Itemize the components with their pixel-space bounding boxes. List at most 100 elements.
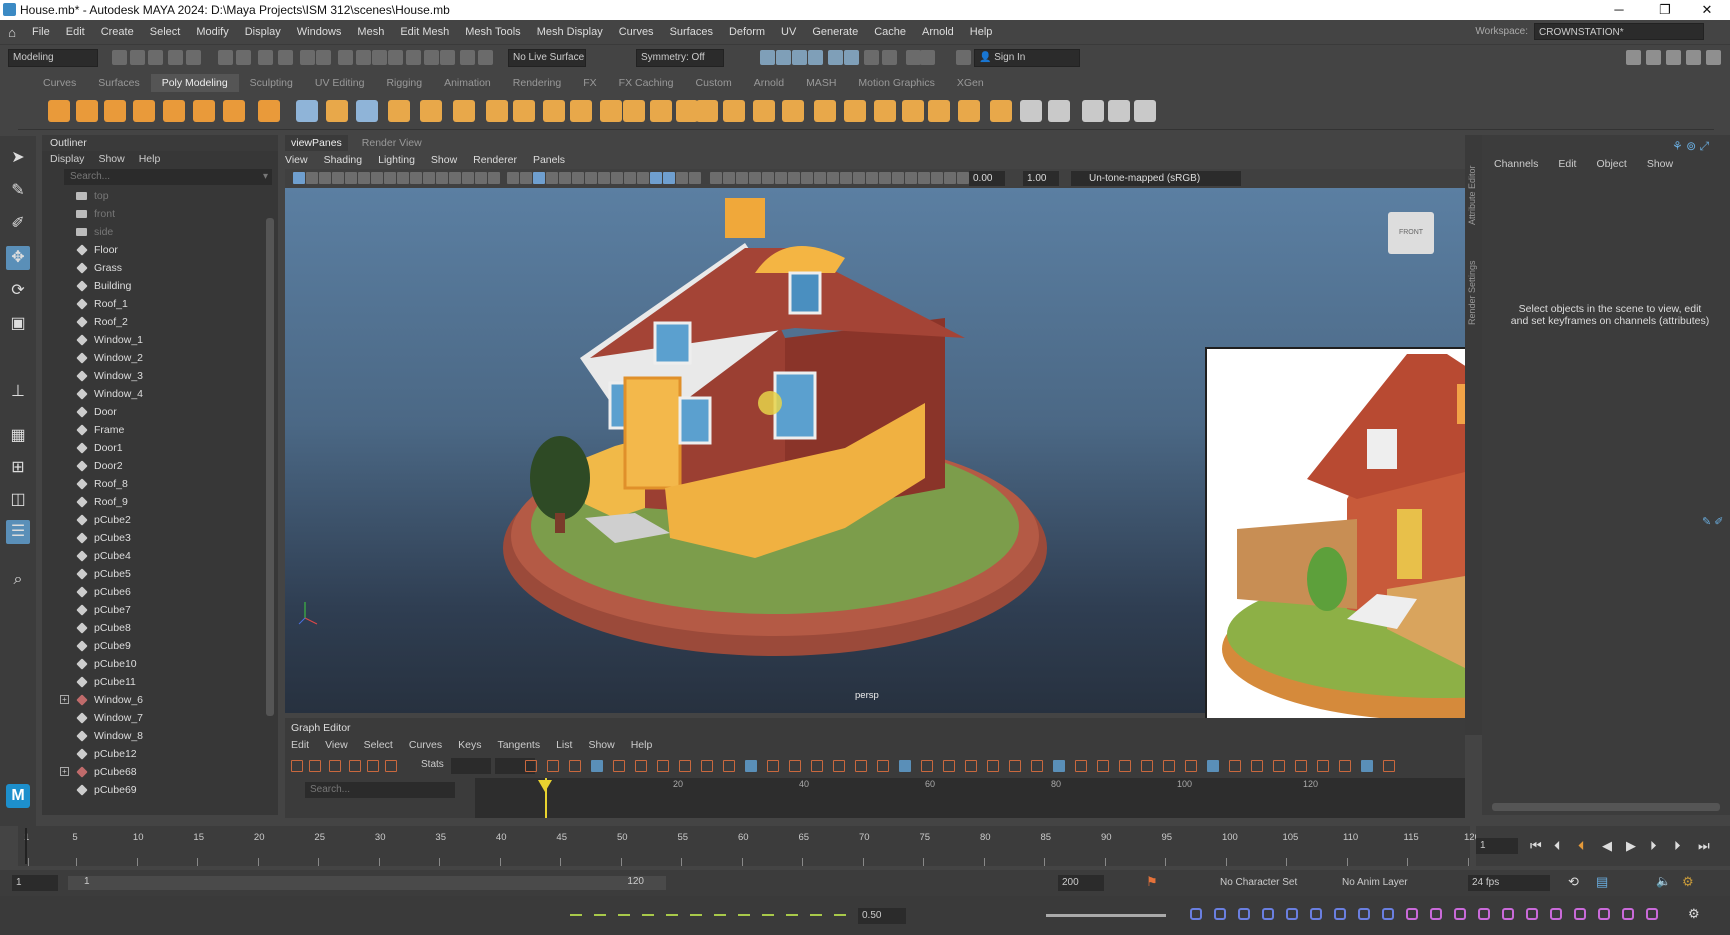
graph-tool-icon[interactable]	[1163, 760, 1175, 772]
viewport-tool-icon[interactable]	[384, 172, 396, 184]
colorspace-dropdown[interactable]: Un-tone-mapped (sRGB)	[1071, 171, 1241, 186]
viewport-menu-renderer[interactable]: Renderer	[473, 152, 517, 168]
viewport-tool-icon[interactable]	[801, 172, 813, 184]
graph-tool-icon[interactable]	[899, 760, 911, 772]
viewport-tool-icon[interactable]	[293, 172, 305, 184]
viewport-tool-icon[interactable]	[546, 172, 558, 184]
outliner-item[interactable]: pCube6	[42, 583, 278, 601]
toolbar-tool-icon[interactable]	[316, 50, 331, 65]
graph-tool-icon[interactable]	[833, 760, 845, 772]
graph-tool-icon[interactable]	[291, 760, 303, 772]
outliner-item[interactable]: Floor	[42, 241, 278, 259]
toolbar-tool-icon[interactable]	[882, 50, 897, 65]
graph-tool-icon[interactable]	[1207, 760, 1219, 772]
viewport-tool-icon[interactable]	[957, 172, 969, 184]
graph-tool-icon[interactable]	[855, 760, 867, 772]
status-icon[interactable]	[1190, 908, 1202, 920]
graph-editor-menu-list[interactable]: List	[556, 739, 572, 751]
shelf-tab-surfaces[interactable]: Surfaces	[87, 74, 150, 92]
menu-create[interactable]: Create	[93, 26, 142, 38]
shelf-tab-rendering[interactable]: Rendering	[502, 74, 572, 92]
viewport-tool-icon[interactable]	[475, 172, 487, 184]
viewport-tool-icon[interactable]	[598, 172, 610, 184]
view-cube[interactable]: FRONT	[1388, 212, 1434, 254]
shelf-tool-icon[interactable]	[1048, 100, 1070, 122]
outliner-item[interactable]: pCube3	[42, 529, 278, 547]
home-icon[interactable]: ⌂	[0, 20, 24, 44]
graph-editor-curve-area[interactable]: 20 40 60 80 100 120	[475, 778, 1465, 818]
viewport-tool-icon[interactable]	[319, 172, 331, 184]
go-to-start-icon[interactable]: ⏮	[1530, 838, 1542, 854]
step-forward-frame-icon[interactable]: ⏵	[1650, 838, 1657, 854]
viewport-tool-icon[interactable]	[345, 172, 357, 184]
loop-icon[interactable]: ⟲	[1568, 874, 1579, 890]
graph-editor-menu-select[interactable]: Select	[364, 739, 393, 751]
viewport-tool-icon[interactable]	[905, 172, 917, 184]
graph-tool-icon[interactable]	[745, 760, 757, 772]
shelf-tool-icon[interactable]	[753, 100, 775, 122]
live-surface-field[interactable]: No Live Surface	[508, 49, 586, 67]
search-icon[interactable]: ⌕	[6, 568, 30, 592]
graph-tool-icon[interactable]	[1317, 760, 1329, 772]
graph-tool-icon[interactable]	[349, 760, 361, 772]
viewport-tool-icon[interactable]	[723, 172, 735, 184]
outliner-item[interactable]: Roof_1	[42, 295, 278, 313]
viewport-tool-icon[interactable]	[572, 172, 584, 184]
shelf-tool-icon[interactable]	[163, 100, 185, 122]
viewport-tool-icon[interactable]	[918, 172, 930, 184]
viewport-tool-icon[interactable]	[507, 172, 519, 184]
graph-tool-icon[interactable]	[1119, 760, 1131, 772]
soft-select-slider[interactable]	[1046, 914, 1166, 917]
outliner-item[interactable]: + pCube68	[42, 763, 278, 781]
viewport-tool-icon[interactable]	[371, 172, 383, 184]
volume-icon[interactable]: 🔈	[1656, 874, 1671, 888]
shelf-tool-icon[interactable]	[623, 100, 645, 122]
outliner-item[interactable]: Roof_8	[42, 475, 278, 493]
shelf-tool-icon[interactable]	[1108, 100, 1130, 122]
paint-select-icon[interactable]: ✐	[6, 212, 30, 236]
channel-box-menu-show[interactable]: Show	[1647, 158, 1673, 170]
toolbar-tool-icon[interactable]	[300, 50, 315, 65]
shelf-tab-curves[interactable]: Curves	[32, 74, 87, 92]
menu-surfaces[interactable]: Surfaces	[662, 26, 721, 38]
toolbar-tool-icon[interactable]	[808, 50, 823, 65]
channel-box-icons[interactable]: ⚘ ⊚ ⤢	[1672, 139, 1709, 154]
outliner-item[interactable]: pCube7	[42, 601, 278, 619]
viewport-tool-icon[interactable]	[749, 172, 761, 184]
viewport-menu-show[interactable]: Show	[431, 152, 457, 168]
viewport-tool-icon[interactable]	[358, 172, 370, 184]
graph-tool-icon[interactable]	[635, 760, 647, 772]
status-icon[interactable]	[810, 910, 822, 916]
toolbar-tool-icon[interactable]	[388, 50, 403, 65]
toolbar-tool-icon[interactable]	[278, 50, 293, 65]
shelf-tool-icon[interactable]	[874, 100, 896, 122]
shelf-tab-uv-editing[interactable]: UV Editing	[304, 74, 376, 92]
outliner-item[interactable]: side	[42, 223, 278, 241]
viewport-tool-icon[interactable]	[663, 172, 675, 184]
viewport-tool-icon[interactable]	[879, 172, 891, 184]
outliner-item[interactable]: Window_1	[42, 331, 278, 349]
workspace-tool-icon[interactable]	[1686, 50, 1701, 65]
outliner-item[interactable]: Door1	[42, 439, 278, 457]
graph-tool-icon[interactable]	[679, 760, 691, 772]
outliner-item[interactable]: Frame	[42, 421, 278, 439]
graph-tool-icon[interactable]	[1053, 760, 1065, 772]
character-set-dropdown[interactable]: No Character Set	[1216, 875, 1316, 891]
graph-tool-icon[interactable]	[1229, 760, 1241, 772]
outliner-item[interactable]: Building	[42, 277, 278, 295]
shelf-tab-arnold[interactable]: Arnold	[743, 74, 795, 92]
shelf-tool-icon[interactable]	[696, 100, 718, 122]
shelf-tool-icon[interactable]	[513, 100, 535, 122]
menu-mesh-tools[interactable]: Mesh Tools	[457, 26, 528, 38]
shelf-tool-icon[interactable]	[356, 100, 378, 122]
shelf-tool-icon[interactable]	[543, 100, 565, 122]
shelf-tool-icon[interactable]	[420, 100, 442, 122]
viewport-menu-lighting[interactable]: Lighting	[378, 152, 415, 168]
outliner-item[interactable]: Window_3	[42, 367, 278, 385]
select-tool-icon[interactable]: ➤	[6, 146, 30, 170]
status-icon[interactable]	[1550, 908, 1562, 920]
viewport-tool-icon[interactable]	[840, 172, 852, 184]
graph-tool-icon[interactable]	[1185, 760, 1197, 772]
toolbar-tool-icon[interactable]	[828, 50, 843, 65]
attribute-editor-tab[interactable]: Attribute Editor	[1467, 145, 1477, 225]
